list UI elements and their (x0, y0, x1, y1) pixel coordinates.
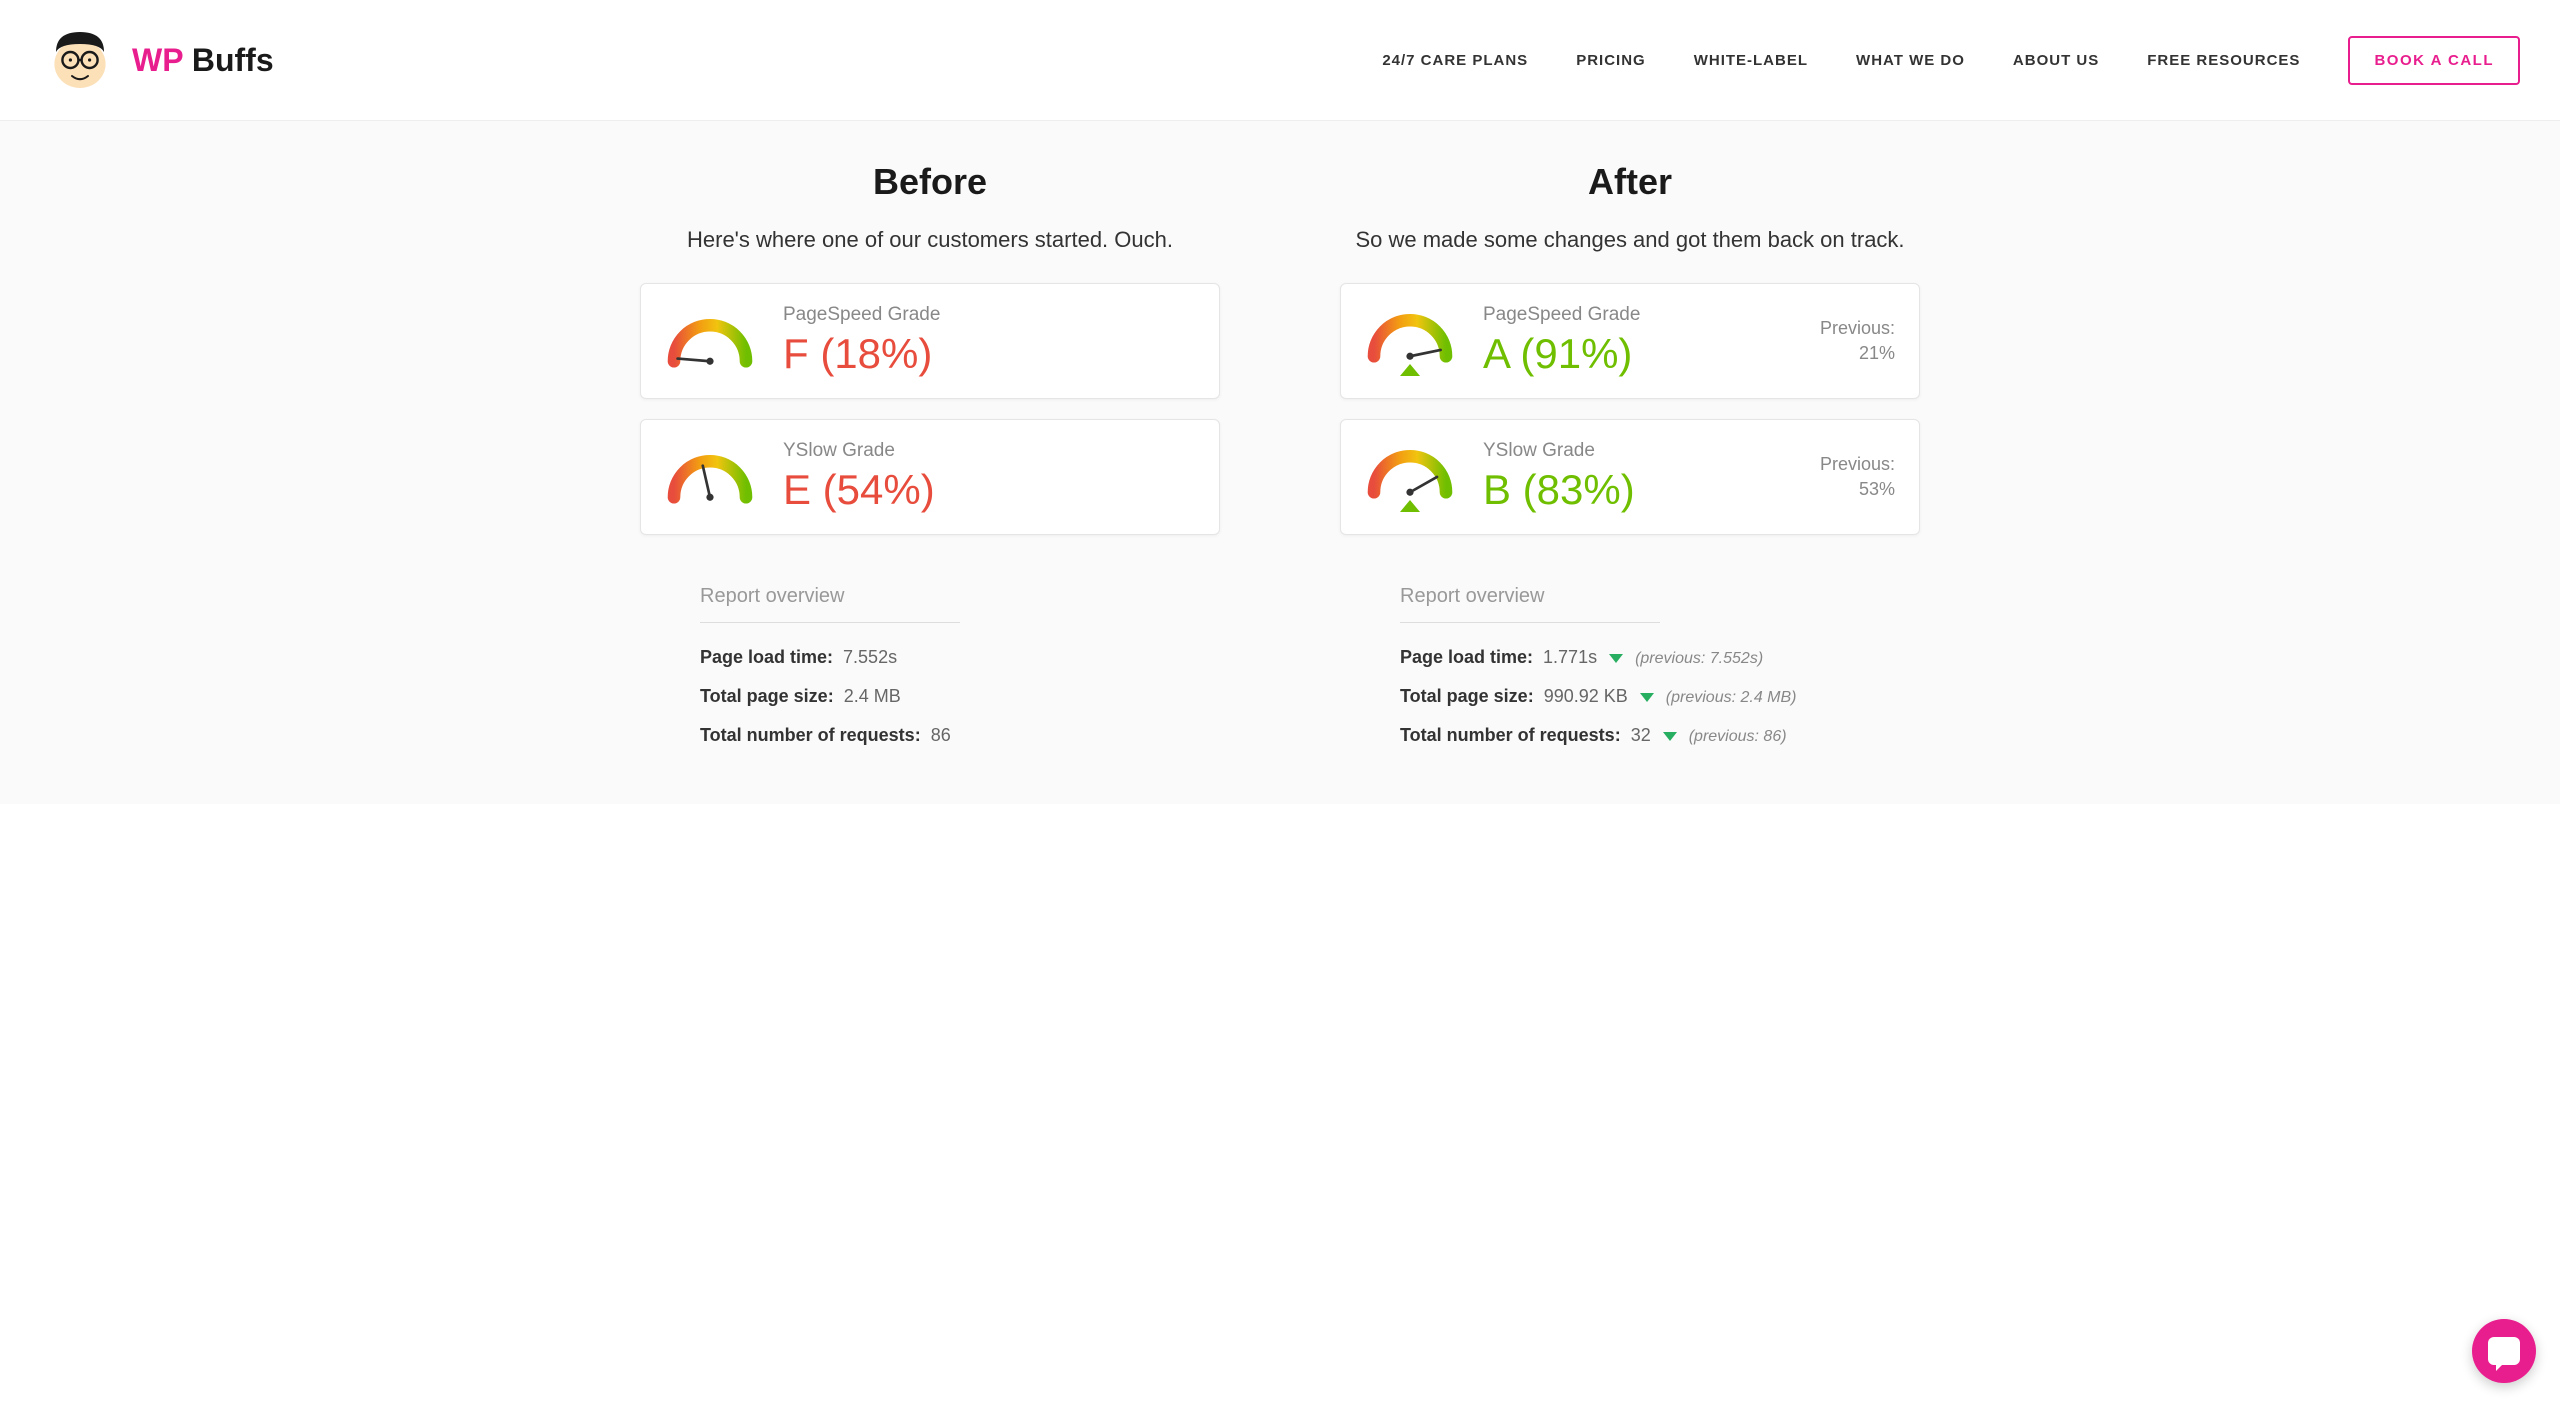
prev-label: Previous: (1820, 316, 1895, 341)
stat-prev: (previous: 2.4 MB) (1666, 689, 1797, 707)
overview-title: Report overview (1400, 585, 1880, 608)
stat-prev: (previous: 7.552s) (1635, 650, 1763, 668)
book-call-button[interactable]: BOOK A CALL (2348, 36, 2520, 85)
stat-label: Total number of requests: (1400, 725, 1621, 746)
comparison-section: Before Here's where one of our customers… (0, 121, 2560, 804)
after-overview: Report overview Page load time: 1.771s (… (1340, 555, 1920, 746)
prev-value: 21% (1820, 341, 1895, 366)
yslow-grade: E (54%) (783, 466, 1195, 514)
nav-about-us[interactable]: ABOUT US (2013, 52, 2099, 69)
stat-page-size: Total page size: 2.4 MB (700, 686, 1180, 707)
stat-requests: Total number of requests: 86 (700, 725, 1180, 746)
before-column: Before Here's where one of our customers… (640, 161, 1220, 764)
gauge-high-icon (1365, 442, 1455, 512)
up-arrow-icon (1400, 364, 1420, 376)
prev-value: 53% (1820, 477, 1895, 502)
prev-label: Previous: (1820, 452, 1895, 477)
pagespeed-label: PageSpeed Grade (1483, 304, 1792, 326)
stat-load-time: Page load time: 7.552s (700, 647, 1180, 668)
logo[interactable]: WP Buffs (40, 20, 274, 100)
yslow-label: YSlow Grade (783, 440, 1195, 462)
stat-label: Total number of requests: (700, 725, 921, 746)
after-pagespeed-card: PageSpeed Grade A (91%) Previous: 21% (1340, 283, 1920, 399)
stat-load-time: Page load time: 1.771s (previous: 7.552s… (1400, 647, 1880, 668)
pagespeed-label: PageSpeed Grade (783, 304, 1195, 326)
logo-wp: WP (132, 42, 183, 78)
gauge-mid-icon (665, 447, 755, 507)
overview-title: Report overview (700, 585, 1180, 608)
logo-text: WP Buffs (132, 42, 274, 79)
mascot-icon (40, 20, 120, 100)
site-header: WP Buffs 24/7 CARE PLANS PRICING WHITE-L… (0, 0, 2560, 121)
yslow-previous: Previous: 53% (1820, 452, 1895, 502)
stat-prev: (previous: 86) (1689, 728, 1787, 746)
chat-button[interactable] (2472, 1319, 2536, 1383)
nav-what-we-do[interactable]: WHAT WE DO (1856, 52, 1965, 69)
before-subtitle: Here's where one of our customers starte… (640, 227, 1220, 253)
before-overview: Report overview Page load time: 7.552s T… (640, 555, 1220, 746)
gauge-high-icon (1365, 306, 1455, 376)
after-column: After So we made some changes and got th… (1340, 161, 1920, 764)
stat-label: Total page size: (700, 686, 834, 707)
pagespeed-grade: A (91%) (1483, 330, 1792, 378)
nav-care-plans[interactable]: 24/7 CARE PLANS (1382, 52, 1528, 69)
stat-label: Page load time: (1400, 647, 1533, 668)
stat-label: Total page size: (1400, 686, 1534, 707)
stat-page-size: Total page size: 990.92 KB (previous: 2.… (1400, 686, 1880, 707)
stat-value: 990.92 KB (1544, 686, 1628, 707)
down-arrow-icon (1663, 732, 1677, 741)
up-arrow-icon (1400, 500, 1420, 512)
before-yslow-card: YSlow Grade E (54%) (640, 419, 1220, 535)
nav-white-label[interactable]: WHITE-LABEL (1694, 52, 1808, 69)
pagespeed-grade: F (18%) (783, 330, 1195, 378)
gauge-low-icon (665, 311, 755, 371)
nav-free-resources[interactable]: FREE RESOURCES (2147, 52, 2300, 69)
yslow-grade: B (83%) (1483, 466, 1792, 514)
nav-pricing[interactable]: PRICING (1576, 52, 1646, 69)
stat-requests: Total number of requests: 32 (previous: … (1400, 725, 1880, 746)
down-arrow-icon (1609, 654, 1623, 663)
stat-value: 2.4 MB (844, 686, 901, 707)
stat-value: 1.771s (1543, 647, 1597, 668)
divider (1400, 622, 1660, 623)
stat-value: 7.552s (843, 647, 897, 668)
stat-value: 32 (1631, 725, 1651, 746)
before-pagespeed-card: PageSpeed Grade F (18%) (640, 283, 1220, 399)
after-subtitle: So we made some changes and got them bac… (1340, 227, 1920, 253)
after-title: After (1340, 161, 1920, 203)
divider (700, 622, 960, 623)
stat-value: 86 (931, 725, 951, 746)
chat-icon (2488, 1337, 2520, 1365)
stat-label: Page load time: (700, 647, 833, 668)
down-arrow-icon (1640, 693, 1654, 702)
after-yslow-card: YSlow Grade B (83%) Previous: 53% (1340, 419, 1920, 535)
yslow-label: YSlow Grade (1483, 440, 1792, 462)
logo-buffs: Buffs (183, 42, 274, 78)
main-nav: 24/7 CARE PLANS PRICING WHITE-LABEL WHAT… (1382, 36, 2520, 85)
pagespeed-previous: Previous: 21% (1820, 316, 1895, 366)
before-title: Before (640, 161, 1220, 203)
